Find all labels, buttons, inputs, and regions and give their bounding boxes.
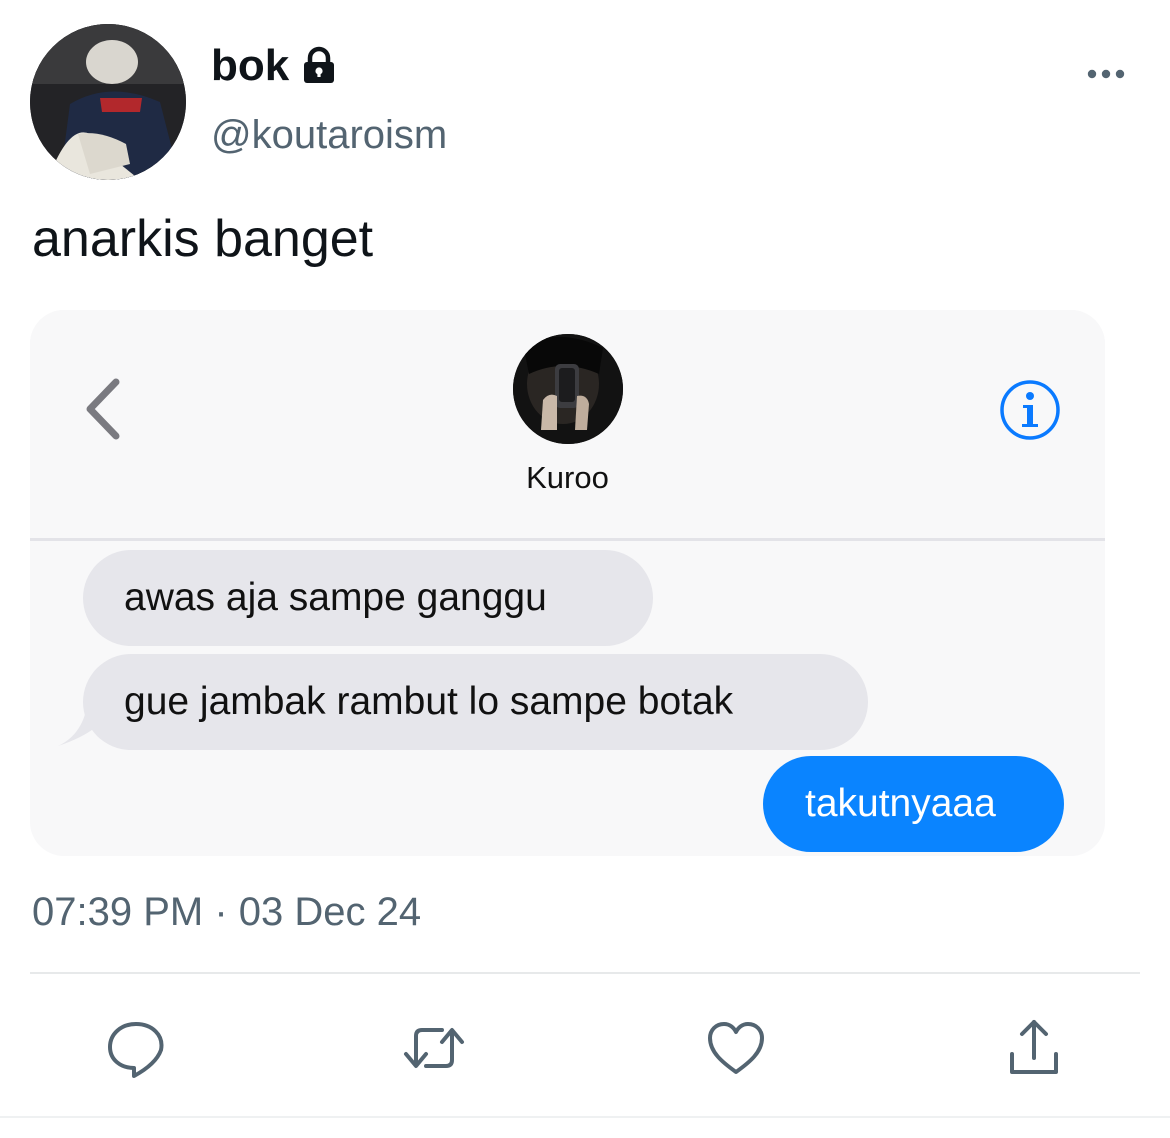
tweet-text: anarkis banget (32, 210, 374, 268)
author-display-name[interactable]: bok (211, 38, 289, 94)
attached-chat-screenshot[interactable]: Kuroo awas aja sampe ganggu gue jambak r… (30, 310, 1105, 856)
tweet-timestamp[interactable]: 07:39 PM · 03 Dec 24 (32, 886, 421, 938)
retweet-icon[interactable] (402, 1016, 466, 1080)
back-chevron-icon (86, 378, 120, 440)
lock-icon (304, 46, 335, 83)
share-icon[interactable] (1002, 1016, 1066, 1080)
chat-divider (30, 538, 1105, 541)
more-options-icon[interactable] (1086, 64, 1126, 84)
incoming-message-bubble: gue jambak rambut lo sampe botak (83, 654, 868, 750)
divider (30, 972, 1140, 974)
contact-avatar (513, 334, 623, 444)
like-icon[interactable] (704, 1016, 768, 1080)
outgoing-message-bubble: takutnyaaa (763, 756, 1064, 852)
reply-icon[interactable] (104, 1016, 168, 1080)
author-display-name-row[interactable]: bok (211, 38, 339, 94)
contact-name: Kuroo (526, 460, 609, 495)
author-avatar[interactable] (30, 24, 186, 180)
author-handle[interactable]: @koutaroism (211, 110, 447, 160)
info-icon (1000, 380, 1060, 440)
divider (0, 1116, 1170, 1118)
incoming-message-bubble: awas aja sampe ganggu (83, 550, 653, 646)
author-avatar-photo (30, 24, 186, 180)
contact-avatar-photo (513, 334, 623, 444)
